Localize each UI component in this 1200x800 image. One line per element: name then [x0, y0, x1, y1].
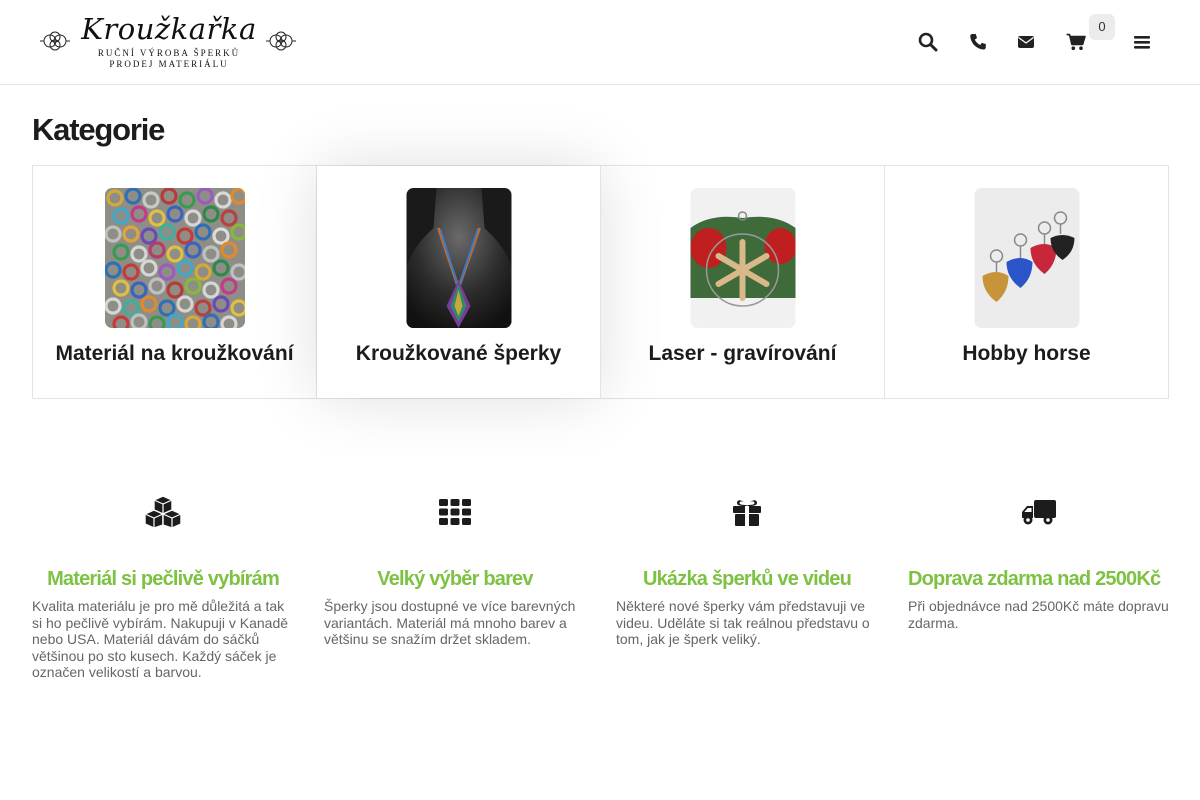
feature-text: Některé nové šperky vám představuji ve v…	[616, 598, 870, 647]
wooden-snowflake-ornament-photo[interactable]	[690, 188, 795, 328]
cubes-icon	[32, 490, 294, 534]
colorful-rings-photo[interactable]	[104, 188, 245, 328]
menu-icon[interactable]	[1130, 30, 1154, 54]
feature-text: Šperky jsou dostupné ve více barevných v…	[324, 598, 576, 647]
guitar-pick-keychains-photo[interactable]	[974, 188, 1079, 328]
grid-icon	[324, 490, 586, 534]
category-card-hobby-horse[interactable]: Hobby horse	[885, 166, 1168, 398]
ring-ornament-icon	[266, 31, 296, 51]
feature-title: Velký výběr barev	[377, 568, 533, 590]
category-label[interactable]: Kroužkované šperky	[317, 342, 600, 366]
site-header: Kroužkařka RUČNÍ VÝROBA ŠPERKŮ PRODEJ MA…	[0, 0, 1200, 85]
category-grid: Materiál na kroužkování Kroužkované šper…	[32, 165, 1169, 399]
feature-video: Ukázka šperků ve videu Některé nové šper…	[616, 490, 878, 648]
feature-title: Materiál si pečlivě vybírám	[47, 568, 280, 590]
category-card-material[interactable]: Materiál na kroužkování	[33, 166, 317, 398]
feature-text: Kvalita materiálu je pro mě důležitá a t…	[32, 598, 289, 680]
category-label[interactable]: Materiál na kroužkování	[33, 342, 316, 366]
feature-text: Při objednávce nad 2500Kč máte dopravu z…	[908, 598, 1169, 631]
category-card-laser[interactable]: Laser - gravírování	[601, 166, 885, 398]
category-label[interactable]: Hobby horse	[885, 342, 1168, 366]
categories-title: Kategorie	[32, 112, 165, 147]
logo-title: Kroužkařka	[81, 12, 257, 46]
feature-material: Materiál si pečlivě vybírám Kvalita mate…	[32, 490, 294, 681]
cart-icon[interactable]	[1064, 30, 1088, 54]
logo-subtitle-1: RUČNÍ VÝROBA ŠPERKŮ	[97, 48, 241, 58]
logo-subtitle-2: PRODEJ MATERIÁLU	[109, 59, 229, 69]
envelope-icon[interactable]	[1014, 30, 1038, 54]
chainmail-pendant-photo[interactable]	[406, 188, 511, 328]
category-card-jewelry[interactable]: Kroužkované šperky	[317, 166, 601, 398]
feature-colors: Velký výběr barev Šperky jsou dostupné v…	[324, 490, 586, 648]
search-icon[interactable]	[916, 30, 940, 54]
gift-icon	[616, 490, 878, 534]
truck-icon	[908, 490, 1170, 534]
cart-count-badge[interactable]: 0	[1089, 14, 1115, 40]
category-label[interactable]: Laser - gravírování	[601, 342, 884, 366]
ring-ornament-icon	[40, 31, 70, 51]
feature-title: Doprava zdarma nad 2500Kč	[908, 568, 1161, 590]
site-logo[interactable]: Kroužkařka RUČNÍ VÝROBA ŠPERKŮ PRODEJ MA…	[40, 12, 298, 72]
feature-shipping: Doprava zdarma nad 2500Kč Při objednávce…	[908, 490, 1170, 631]
feature-title: Ukázka šperků ve videu	[642, 568, 852, 590]
phone-icon[interactable]	[966, 30, 990, 54]
